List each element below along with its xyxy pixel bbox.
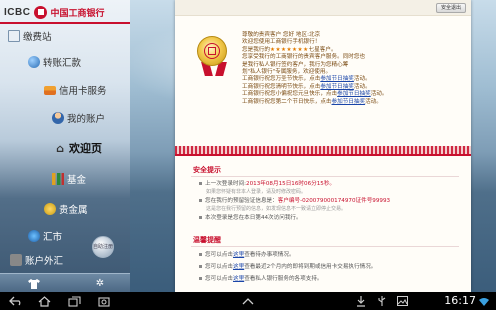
sidebar-item-label: 欢迎页	[69, 142, 102, 155]
sidebar-item-label: 转账汇款	[43, 58, 82, 69]
sidebar: ICBC 中国工商银行 缴费站 转账汇款 信用卡服务 我的账户 ⌂ 欢迎页 基金…	[0, 0, 130, 292]
last-login: 上一次登录时间:2013年08月15日16时06分15秒。	[199, 181, 335, 188]
reminder-item: 您可以点击这里查看私人银行服务的各项支持。	[199, 276, 323, 283]
fx-icon	[28, 230, 40, 242]
sidebar-footer: ✲	[0, 273, 130, 292]
lottery-link[interactable]: 参加节日抽奖	[337, 91, 371, 97]
section-divider	[191, 176, 459, 177]
orb-button[interactable]: 自助注册	[92, 236, 114, 258]
orb-label: 自助注册	[93, 244, 114, 250]
system-status-bar: 16:17	[0, 292, 496, 310]
clock: 16:17	[444, 294, 476, 307]
icbc-logo-icon	[34, 5, 48, 19]
brand-logo: ICBC 中国工商银行	[4, 4, 104, 20]
sidebar-item-label: 缴费站	[23, 32, 52, 43]
shirt-icon[interactable]	[26, 276, 42, 291]
sidebar-item-label: 信用卡服务	[59, 86, 107, 97]
reminder-title: 温馨提醒	[193, 236, 221, 244]
welcome-line: 是我行私人银行签约客户，我行为您精心筹	[242, 61, 349, 68]
festival-line: 工商银行祝您万圣节快乐，点击参加节日抽奖活动。	[242, 76, 371, 83]
sidebar-item-transfer[interactable]: 转账汇款	[28, 55, 81, 69]
download-icon	[355, 295, 367, 307]
sidebar-item-account-forex[interactable]: 账户外汇	[10, 253, 63, 267]
reminder-link[interactable]: 这里	[233, 276, 244, 282]
home-icon[interactable]	[36, 295, 52, 307]
divider-pattern	[175, 146, 471, 154]
welcome-line: 您享受我行的工商银行的贵宾客户服务。同时您也	[242, 54, 366, 61]
reserved-info: 您在我行的预留验证信息是：客户编号-020079000174970证件号9999…	[199, 198, 390, 205]
star-rating: ★★★★★★★	[269, 46, 309, 53]
sidebar-item-credit-card[interactable]: 信用卡服务	[44, 83, 107, 97]
section-divider	[191, 246, 459, 247]
sidebar-item-precious-metal[interactable]: 贵金属	[44, 202, 88, 216]
chart-icon	[52, 173, 64, 185]
login-count: 本次登录是您在本日第44次访问我行。	[199, 215, 302, 222]
welcome-box: 尊敬的贵宾客户 您好 地区:北京 欢迎您使用工商银行手机银行！ 您是我行的★★★…	[175, 18, 471, 138]
person-icon	[52, 112, 64, 124]
content-top-bar: 安全退出	[175, 0, 471, 16]
sidebar-item-label: 汇市	[43, 232, 63, 243]
wifi-icon	[479, 295, 489, 307]
sidebar-item-forex[interactable]: 汇市	[28, 229, 62, 243]
sidebar-item-label: 账户外汇	[25, 256, 64, 267]
sidebar-item-fund[interactable]: 基金	[52, 172, 86, 186]
festival-line: 工商银行祝您小偏祝您元旦快乐，点击参加节日抽奖活动。	[242, 91, 388, 98]
sidebar-item-payment[interactable]: 缴费站	[8, 29, 52, 43]
recent-apps-icon[interactable]	[66, 295, 82, 307]
sidebar-item-label: 基金	[67, 175, 87, 186]
logo-divider	[0, 22, 130, 24]
logout-button[interactable]: 安全退出	[435, 3, 466, 13]
sidebar-item-welcome[interactable]: ⌂ 欢迎页	[54, 140, 102, 156]
lottery-link[interactable]: 参加节日抽奖	[332, 99, 366, 105]
last-login-note: 如果您怀疑有非本人登录，请及时修改密码。	[206, 189, 307, 195]
chevron-up-icon[interactable]	[241, 295, 255, 307]
welcome-line: 欢迎您使用工商银行手机银行！	[242, 39, 321, 46]
divider-line	[175, 154, 471, 156]
globe-icon	[28, 56, 40, 68]
sidebar-item-label: 我的账户	[67, 114, 106, 125]
reminder-item: 您可以点击这里查看待办事项情况。	[199, 252, 295, 259]
image-icon	[396, 295, 408, 307]
reminder-link[interactable]: 这里	[233, 252, 244, 258]
brand-en: ICBC	[4, 6, 31, 18]
card-icon	[44, 85, 56, 95]
brand-cn: 中国工商银行	[50, 8, 105, 19]
main-content: 安全退出 尊敬的贵宾客户 您好 地区:北京 欢迎您使用工商银行手机银行！ 您是我…	[175, 0, 471, 292]
reminder-link[interactable]: 这里	[233, 264, 244, 270]
screenshot-icon[interactable]	[96, 295, 112, 307]
house-icon: ⌂	[56, 141, 64, 155]
lottery-link[interactable]: 参加节日抽奖	[320, 84, 354, 90]
security-title: 安全提示	[193, 166, 221, 174]
doc-icon	[8, 30, 20, 42]
medal-icon	[197, 36, 227, 66]
festival-line: 工商银行祝您第二个节日快乐，点击参加节日抽奖活动。	[242, 98, 382, 105]
sidebar-item-my-account[interactable]: 我的账户	[52, 111, 105, 125]
account-icon	[10, 254, 22, 266]
reminder-item: 您可以点击这里查看最近2个月内的即将到期或信用卡交易执行情况。	[199, 264, 376, 271]
gear-icon[interactable]: ✲	[92, 276, 108, 291]
welcome-text: 尊敬的贵宾客户 您好 地区:北京 欢迎您使用工商银行手机银行！ 您是我行的★★★…	[242, 32, 464, 106]
gold-icon	[44, 203, 56, 215]
lottery-link[interactable]: 参加节日抽奖	[320, 76, 354, 82]
sidebar-item-label: 贵金属	[59, 205, 88, 216]
usb-icon	[376, 295, 388, 307]
back-icon[interactable]	[8, 295, 24, 307]
reserved-note: 这是您在我行预留的信息，如发现信息不一致请立即停止交易。	[206, 206, 347, 212]
